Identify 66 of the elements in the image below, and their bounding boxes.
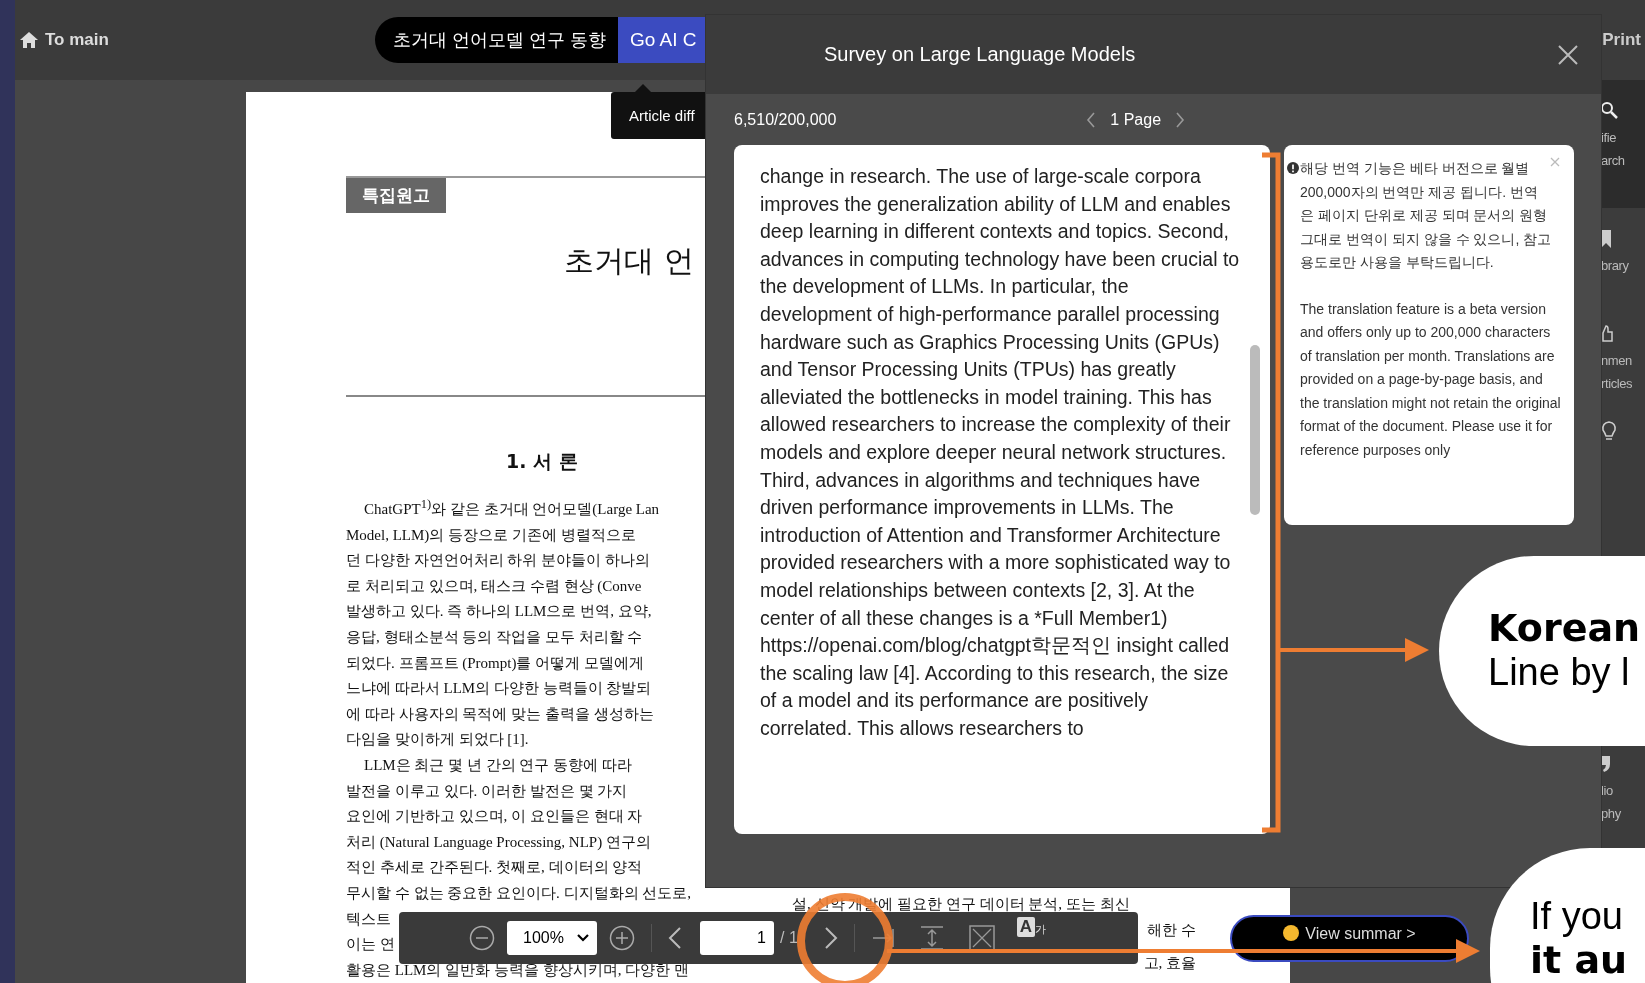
section-heading: 1. 서 론 [506,449,578,474]
page-input[interactable]: 1 [700,921,774,955]
lightbulb-icon[interactable] [1601,420,1617,442]
chevron-left-icon[interactable] [1086,111,1097,128]
chevron-right-icon[interactable] [1175,111,1186,128]
callout-text: it au [1530,938,1629,982]
modal-title: Survey on Large Language Models [824,43,1136,66]
zoom-select[interactable]: 100% [507,921,597,955]
document-text-line: 다임을 맞이하게 되었다 [1]. [346,730,529,750]
chevron-left-icon[interactable] [668,926,682,950]
document-text-line: 발생하고 있다. 즉 하나의 LLM으로 번역, 요약, [346,602,652,622]
document-text-line: 고, 효율 [1143,954,1196,973]
fullscreen-icon[interactable] [968,925,995,951]
translated-text: change in research. The use of large-scale corpora improves the generalization ability of LLM and enables deep learning in different contexts and topics. Second, advances in computing technology have been crucial to the development of LLMs. In particular, the development of high-performance parallel processing hardware such as Graphics Processing Units (GPUs) and Tensor Processing Units (TPUs) has greatly alleviated the bottlenecks in model training. This has allowed researchers to increase the complexity of their models and explore deeper neural network structures. Third, advances in algorithms and techniques have driven performance improvements in LLMs. The introduction of Attention and Transformer Architecture provided researchers with a more sophisticated way to model relationships between contexts [2, 3]. At the center of all these changes is a *Full Member1) [760,164,1241,631]
document-title: 초거대 언 [564,242,694,280]
chevron-right-icon[interactable] [823,926,838,950]
fit-height-icon[interactable] [918,925,945,951]
document-text-line: 이는 연 [346,935,395,955]
page-indicator: 1 Page [1110,110,1162,129]
fit-width-icon[interactable] [870,926,895,950]
scrollbar-thumb[interactable] [1250,345,1260,515]
article-title: 초거대 언어모델 연구 동향 [391,29,607,52]
quote-icon[interactable] [1601,755,1611,773]
document-text-line: 던 다양한 자연언어처리 하위 분야들이 하나의 [346,551,650,571]
sidebar-label[interactable]: lio [1601,779,1613,802]
thumb-up-icon[interactable] [1601,325,1613,343]
document-text-line: ChatGPT$^{1)}$와 같은 초거대 언어모델(Large Lan [363,496,660,519]
home-link[interactable]: To main [19,30,109,50]
callout-text: Korean [1488,606,1642,650]
close-icon[interactable] [1557,43,1579,66]
document-text-line: 텍스트 [346,909,391,929]
search-icon[interactable] [1601,102,1619,120]
document-text-line: 로 처리되고 있으며, 태스크 수렴 현상 (Conve [346,576,642,596]
callout-text: Line by l [1488,650,1631,694]
character-usage: 6,510/200,000 [734,110,837,129]
document-text-line: 처리 (Natural Language Processing, NLP) 연구의 [346,832,651,852]
document-text-line: 되었다. 프롬프트 (Prompt)를 어떻게 모델에게 [346,653,644,673]
document-text-line: 에 따라 사용자의 목적에 맞는 출력을 생성하는 [346,704,654,724]
translated-text: https://openai.com/blog/chatgpt학문적인 insight called the scaling law [4]. According to this research, the size of a model and its performance are positively correlated. This allows researchers to [760,633,1231,741]
page-total: / 1 [780,929,798,947]
sidebar-label[interactable]: arch [1601,149,1625,172]
document-text-line: 느냐에 따라서 LLM의 다양한 능력들이 창발되 [346,679,652,699]
sidebar-label[interactable]: phy [1601,802,1621,825]
document-text-line: 해한 수 [1147,921,1196,940]
home-icon [19,31,39,49]
sidebar-label[interactable]: rticles [1601,372,1633,395]
document-text-line: 응답, 형태소분석 등의 작업을 모두 처리할 수 [346,627,643,647]
zoom-in-icon[interactable] [609,925,635,951]
sidebar-label[interactable]: ifie [1601,126,1617,149]
section-tag: 특집원고 [346,178,446,213]
callout-text: If you [1530,894,1624,938]
chevron-down-icon [577,934,589,942]
document-text-line: 요인에 기반하고 있으며, 이 요인들은 현대 자 [346,807,643,827]
sidebar-label[interactable]: nmen [1601,349,1632,372]
print-link[interactable]: Print [1602,30,1641,50]
document-text-line: 활용은 LLM의 일반화 능력을 향상시키며, 다양한 맨 [346,960,689,980]
document-text-line: 무시할 수 없는 중요한 요인이다. 디지털화의 선도로, [346,883,691,903]
notice-text: 해당 번역 기능은 베타 버전으로 월별 200,000자의 번역만 제공 됩니다. 번역은 페이지 단위로 제공 되며 문서의 원형 그대로 번역이 되지 않을 수 있으니, 참고용도로만 사용을 부탁드립니다. [1300,159,1552,272]
notice-text: The translation feature is a beta version and offers only up to 200,000 characters of translation per month. Translations are provided on a page-by-page basis, and the translation might not retain the original format of the document. Please use it for reference purposes only [1300,299,1562,460]
document-text-line: 적인 추세로 간주된다. 첫째로, 데이터의 양적 [346,858,643,878]
document-text-line: Model, LLM)의 등장으로 기존에 병렬적으로 [346,525,636,545]
warning-icon [1287,162,1299,174]
document-text-line: 발전을 이루고 있다. 이러한 발전은 몇 가지 [346,781,628,801]
zoom-out-icon[interactable] [469,925,495,951]
document-text-line: LLM은 최근 몇 년 간의 연구 동향에 따라 [363,755,632,775]
sidebar-label[interactable]: brary [1601,254,1629,277]
